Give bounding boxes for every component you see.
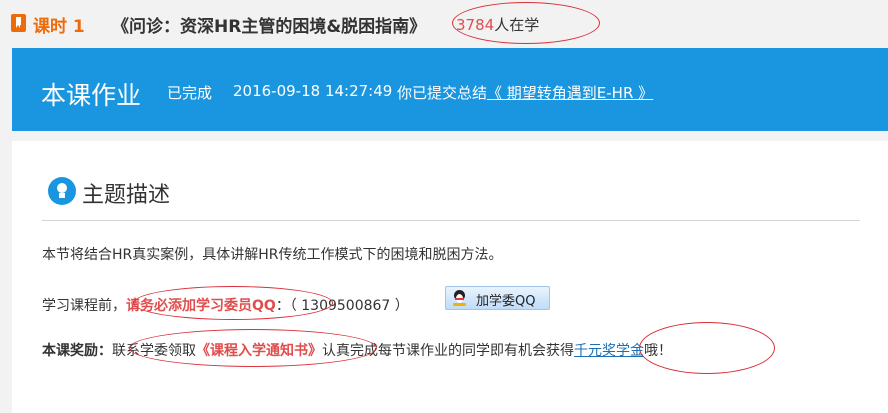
topic-description: 本节将结合HR真实案例，具体讲解HR传统工作模式下的困境和脱困方法。 (42, 247, 503, 263)
qq-penguin-icon (452, 290, 467, 306)
summary-prefix: 你已提交总结 (397, 84, 488, 102)
lesson-label: 课时 1 (33, 17, 85, 37)
divider (42, 220, 860, 221)
add-qq-button-label: 加学委QQ (476, 294, 536, 309)
assignment-banner: 本课作业 已完成 2016-09-18 14:27:49 你已提交总结《 期望转… (12, 48, 888, 131)
learner-count: 3784人在学 (456, 14, 539, 35)
lesson-header: 课时 1 《问诊：资深HR主管的困境&脱困指南》 3784人在学 (0, 0, 888, 48)
qq-instruction-emphasis: 请务必添加学习委员QQ (126, 298, 276, 314)
bookmark-icon (11, 14, 26, 32)
qq-instruction-prefix: 学习课程前， (42, 298, 126, 314)
assignment-title: 本课作业 (41, 81, 142, 110)
reward-line: 本课奖励：联系学委领取《课程入学通知书》认真完成每节课作业的同学即有机会获得千元… (42, 340, 672, 360)
summary-link[interactable]: 《 期望转角遇到E-HR 》 (487, 84, 653, 102)
reward-text-2: 认真完成每节课作业的同学即有机会获得 (322, 343, 574, 359)
reward-emphasis: 《课程入学通知书》 (196, 343, 322, 359)
reward-text-1: 联系学委领取 (112, 343, 196, 359)
reward-label: 本课奖励： (42, 343, 112, 359)
learner-count-number: 3784 (456, 16, 495, 34)
lightbulb-icon (48, 177, 76, 205)
submission-timestamp: 2016-09-18 14:27:49 (233, 82, 393, 100)
scholarship-link[interactable]: 千元奖学金 (574, 343, 644, 359)
assignment-status: 已完成 (167, 84, 213, 102)
add-qq-button[interactable]: 加学委QQ (445, 286, 550, 310)
qq-number: ：（ 1309500867 ） (275, 298, 409, 314)
topic-heading: 主题描述 (82, 183, 171, 208)
course-title: 《问诊：资深HR主管的困境&脱困指南》 (112, 17, 427, 37)
topic-card: 主题描述 本节将结合HR真实案例，具体讲解HR传统工作模式下的困境和脱困方法。 … (12, 141, 888, 413)
learner-count-suffix: 人在学 (494, 16, 540, 34)
reward-suffix: 哦！ (644, 343, 672, 359)
qq-instruction: 学习课程前，请务必添加学习委员QQ：（ 1309500867 ） (42, 295, 409, 315)
submission-summary: 你已提交总结《 期望转角遇到E-HR 》 (397, 82, 653, 103)
